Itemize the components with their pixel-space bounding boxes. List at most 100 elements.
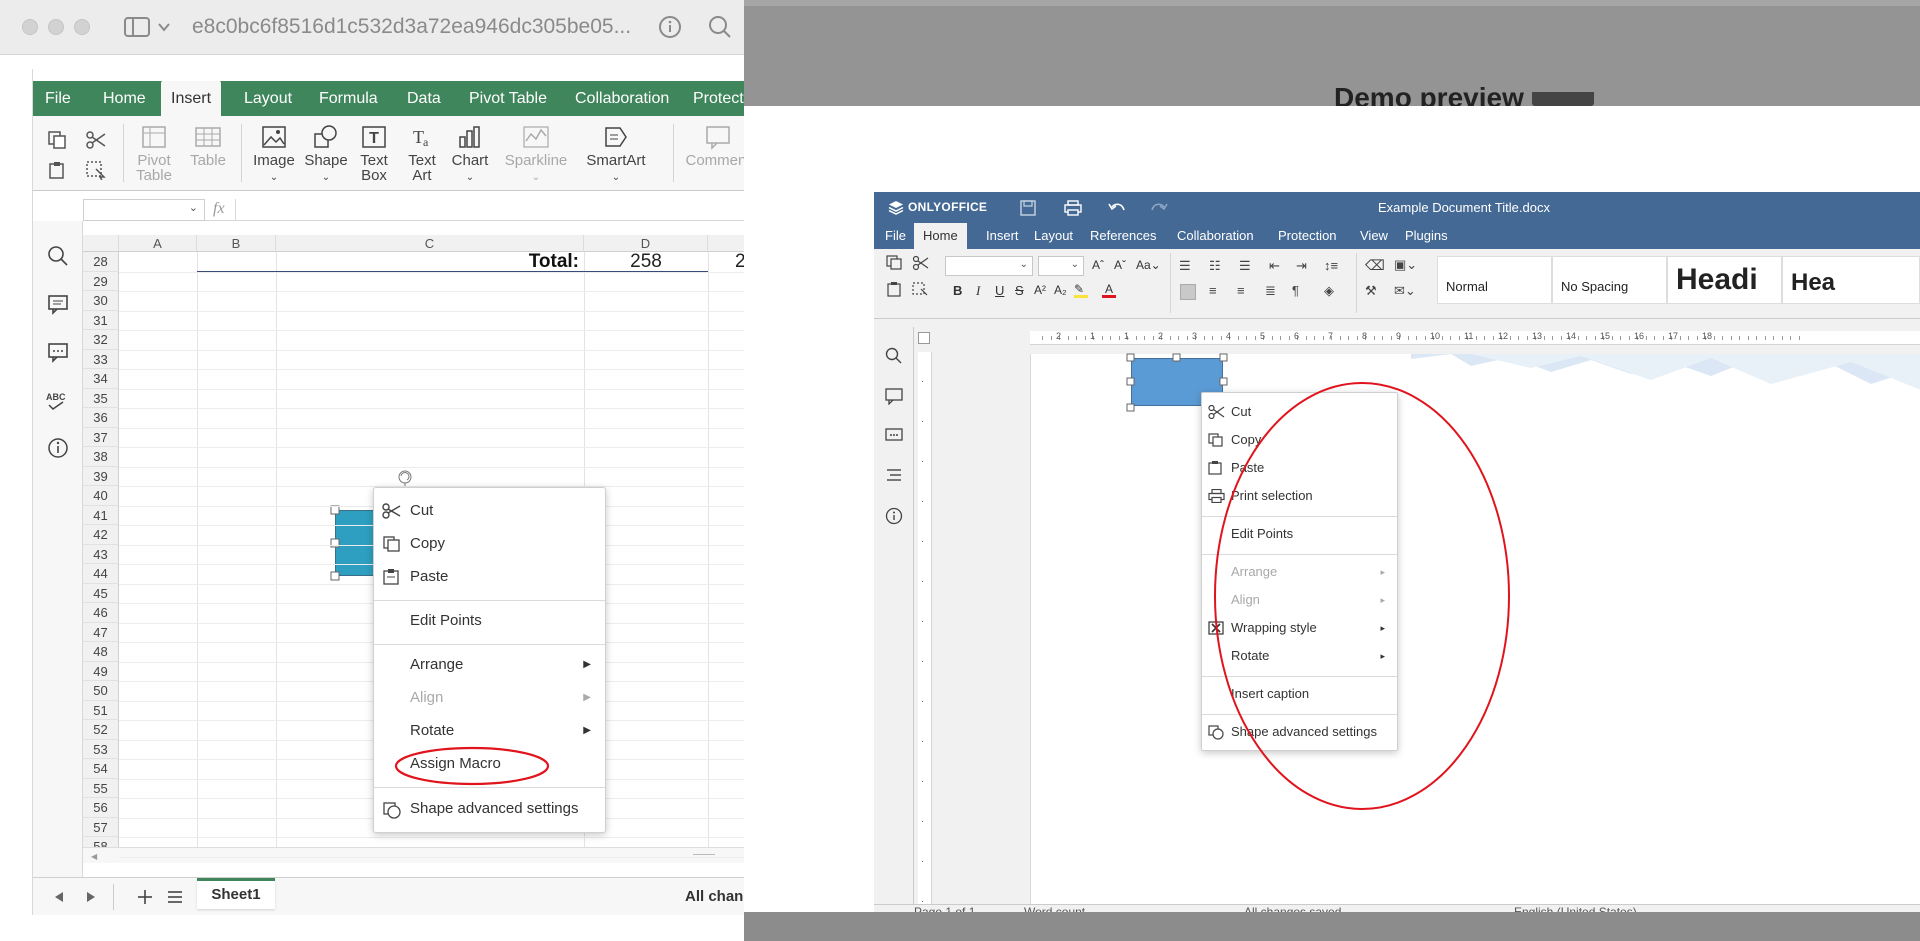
formula-input[interactable] (235, 199, 744, 221)
zoom-search-icon[interactable] (708, 15, 732, 39)
select-all-icon[interactable] (85, 160, 107, 180)
about-icon[interactable] (885, 507, 903, 525)
navigation-icon[interactable] (885, 467, 903, 485)
row-header[interactable]: 38 (83, 447, 119, 467)
zoom-window-button[interactable] (74, 19, 90, 35)
tab-collaboration[interactable]: Collaboration (565, 81, 679, 116)
row-header[interactable]: 51 (83, 700, 119, 720)
row-header[interactable]: 47 (83, 622, 119, 642)
pivot-table-button[interactable]: Pivot Table (131, 124, 177, 183)
smartart-button[interactable]: SmartArt ⌄ (581, 124, 651, 185)
multilevel-list-icon[interactable]: ☰ (1239, 258, 1251, 274)
row-header[interactable]: 57 (83, 817, 119, 837)
row-header[interactable]: 35 (83, 388, 119, 408)
tab-file[interactable]: File (35, 81, 81, 116)
tab-data[interactable]: Data (397, 81, 451, 116)
tab-references[interactable]: References (1081, 223, 1165, 249)
shape-button[interactable]: Shape ⌄ (303, 124, 349, 185)
paste-icon[interactable] (886, 282, 904, 298)
demo-preview-button[interactable] (1532, 92, 1594, 106)
name-box[interactable]: ⌄ (83, 199, 205, 221)
save-icon[interactable] (1020, 200, 1036, 216)
row-header[interactable]: 53 (83, 739, 119, 759)
sheet-list-icon[interactable] (167, 890, 183, 904)
row-header[interactable]: 49 (83, 661, 119, 681)
row-header[interactable]: 55 (83, 778, 119, 798)
row-header[interactable]: 39 (83, 466, 119, 486)
align-left-icon[interactable] (1180, 284, 1196, 300)
minimize-window-button[interactable] (48, 19, 64, 35)
tab-collaboration[interactable]: Collaboration (1168, 223, 1263, 249)
row-header[interactable]: 50 (83, 681, 119, 701)
scissors-icon[interactable] (912, 255, 930, 271)
row-header[interactable]: 52 (83, 720, 119, 740)
sidebar-toggle-icon[interactable] (124, 17, 150, 37)
table-button[interactable]: Table (185, 124, 231, 168)
menu-item-cut[interactable]: Cut (374, 500, 605, 522)
next-sheet-icon[interactable] (85, 890, 97, 904)
sheet-tab-sheet1[interactable]: Sheet1 (197, 878, 275, 909)
horizontal-ruler[interactable]: 2 1 1 2 3 4 5 6 7 8 9 10 11 12 13 14 15 16 17 18 (1030, 331, 1920, 345)
chart-button[interactable]: Chart ⌄ (447, 124, 493, 185)
superscript-icon[interactable]: A² (1034, 283, 1046, 297)
menu-item-arrange[interactable]: Arrange ▶ (374, 654, 605, 676)
tab-plugins[interactable]: Plugins (1396, 223, 1457, 249)
tab-protection[interactable]: Protection (1269, 223, 1346, 249)
clear-style-icon[interactable]: ⌫ (1365, 257, 1385, 274)
vertical-ruler[interactable]: · · · · · · · · · · · · · · (918, 352, 932, 912)
text-box-button[interactable]: T Text Box (351, 124, 397, 183)
menu-item-paste[interactable]: Paste (374, 566, 605, 588)
copy-style-icon[interactable]: ⚒ (1365, 283, 1377, 299)
row-header[interactable]: 33 (83, 349, 119, 369)
highlight-color-icon[interactable]: ✎ (1074, 282, 1088, 298)
comments-icon[interactable] (885, 387, 903, 405)
mail-merge-icon[interactable]: ✉⌄ (1394, 283, 1416, 299)
copy-icon[interactable] (886, 255, 904, 271)
column-header-b[interactable]: B (197, 235, 276, 252)
undo-icon[interactable] (1108, 201, 1126, 215)
close-window-button[interactable] (22, 19, 38, 35)
info-icon[interactable] (658, 15, 682, 39)
column-header-c[interactable]: C (276, 235, 584, 252)
subscript-icon[interactable]: A₂ (1054, 283, 1067, 297)
row-header[interactable]: 30 (83, 291, 119, 311)
row-header[interactable]: 37 (83, 427, 119, 447)
row-header[interactable]: 56 (83, 798, 119, 818)
strikethrough-icon[interactable]: S (1015, 283, 1024, 298)
tab-view[interactable]: View (1351, 223, 1397, 249)
tab-layout[interactable]: Layout (234, 81, 302, 116)
row-header[interactable]: 41 (83, 505, 119, 525)
tab-layout[interactable]: Layout (1025, 223, 1082, 249)
underline-icon[interactable]: U (995, 283, 1004, 298)
copy-icon[interactable] (47, 130, 67, 150)
row-header[interactable]: 40 (83, 486, 119, 506)
italic-icon[interactable]: I (976, 283, 980, 299)
add-sheet-icon[interactable] (137, 889, 153, 905)
tab-pivot-table[interactable]: Pivot Table (459, 81, 557, 116)
tab-insert[interactable]: Insert (977, 223, 1028, 249)
tab-home[interactable]: Home (914, 223, 967, 249)
select-all-icon[interactable] (912, 282, 930, 298)
row-header[interactable]: 36 (83, 408, 119, 428)
prev-sheet-icon[interactable] (53, 890, 65, 904)
scissors-icon[interactable] (85, 130, 107, 150)
row-header[interactable]: 46 (83, 603, 119, 623)
paste-icon[interactable] (47, 160, 67, 180)
increase-font-icon[interactable]: Aˆ (1092, 258, 1104, 272)
column-header-e[interactable] (708, 235, 744, 252)
justify-icon[interactable]: ≣ (1265, 283, 1276, 299)
line-spacing-icon[interactable]: ↕≡ (1324, 258, 1338, 273)
font-size-select[interactable]: ⌄ (1038, 256, 1084, 276)
align-right-icon[interactable]: ≡ (1237, 283, 1245, 298)
increase-indent-icon[interactable]: ⇥ (1296, 258, 1307, 274)
row-header[interactable]: 32 (83, 330, 119, 350)
image-button[interactable]: Image ⌄ (251, 124, 297, 185)
menu-item-copy[interactable]: Copy (374, 533, 605, 555)
style-no-spacing[interactable]: No Spacing (1552, 256, 1667, 304)
redo-icon[interactable] (1150, 201, 1168, 215)
decrease-font-icon[interactable]: Aˇ (1114, 258, 1126, 272)
chat-icon[interactable] (47, 341, 69, 363)
search-icon[interactable] (47, 245, 69, 267)
row-header[interactable]: 54 (83, 759, 119, 779)
row-header[interactable]: 43 (83, 544, 119, 564)
